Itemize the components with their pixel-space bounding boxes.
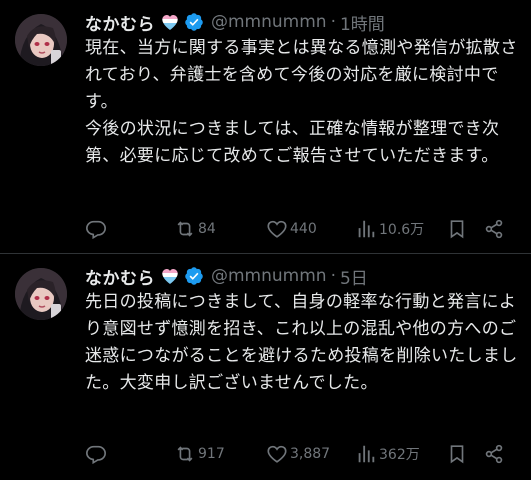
tweet[interactable]: なかむら @mmnummn · 5日 先日の投稿につきまして、自身の軽率な行動と…	[0, 254, 531, 480]
reply-icon	[86, 445, 106, 465]
views-icon	[358, 445, 375, 463]
views-count: 10.6万	[379, 222, 425, 238]
share-button[interactable]	[483, 442, 505, 466]
separator: ·	[330, 266, 336, 286]
timestamp[interactable]: 5日	[340, 264, 368, 289]
share-button[interactable]	[483, 217, 505, 241]
like-count: 440	[290, 221, 317, 237]
tweet-header: なかむら @mmnummn · 1時間	[85, 9, 385, 35]
tweet-header: なかむら @mmnummn · 5日	[85, 263, 368, 289]
views-count: 362万	[379, 447, 420, 463]
reply-icon	[86, 220, 106, 240]
retweet-count: 917	[198, 446, 225, 462]
views-button[interactable]: 10.6万	[355, 217, 424, 241]
handle[interactable]: @mmnummn	[211, 12, 327, 32]
action-bar: 917 3,887 362万	[85, 442, 515, 466]
retweet-button[interactable]: 917	[174, 442, 225, 466]
avatar[interactable]	[15, 268, 67, 320]
retweet-button[interactable]: 84	[174, 217, 216, 241]
timestamp[interactable]: 1時間	[340, 10, 385, 35]
display-name[interactable]: なかむら	[85, 264, 155, 289]
bookmark-button[interactable]	[446, 217, 468, 241]
reply-button[interactable]	[85, 442, 107, 466]
avatar[interactable]	[15, 14, 67, 66]
verified-badge-icon[interactable]	[184, 266, 204, 286]
pink-blue-heart-emoji-icon	[160, 266, 180, 286]
avatar-image	[15, 268, 67, 320]
views-icon	[358, 220, 375, 238]
verified-badge-icon[interactable]	[184, 12, 204, 32]
display-name[interactable]: なかむら	[85, 10, 155, 35]
reply-button[interactable]	[85, 217, 107, 241]
views-button[interactable]: 362万	[355, 442, 420, 466]
bookmark-icon	[450, 445, 464, 464]
tweet[interactable]: なかむら @mmnummn · 1時間 現在、当方に関する事実とは異なる憶測や発…	[0, 0, 531, 253]
pink-blue-heart-emoji-icon	[160, 12, 180, 32]
like-count: 3,887	[290, 446, 331, 462]
retweet-count: 84	[198, 221, 216, 237]
handle[interactable]: @mmnummn	[211, 266, 327, 286]
share-icon	[485, 444, 503, 464]
retweet-icon	[177, 446, 193, 462]
tweet-text: 先日の投稿につきまして、自身の軽率な行動と発言により意図せず憶測を招き、これ以上…	[85, 292, 518, 393]
bookmark-icon	[450, 220, 464, 239]
action-bar: 84 440 10.6万	[85, 217, 515, 241]
like-icon	[267, 445, 287, 463]
share-icon	[485, 219, 503, 239]
retweet-icon	[177, 221, 193, 237]
separator: ·	[330, 12, 336, 32]
bookmark-button[interactable]	[446, 442, 468, 466]
tweet-text: 現在、当方に関する事実とは異なる憶測や発信が拡散されており、弁護士を含めて今後の…	[85, 38, 518, 166]
like-button[interactable]: 3,887	[266, 442, 330, 466]
avatar-image	[15, 14, 67, 66]
like-button[interactable]: 440	[266, 217, 317, 241]
like-icon	[267, 220, 287, 238]
